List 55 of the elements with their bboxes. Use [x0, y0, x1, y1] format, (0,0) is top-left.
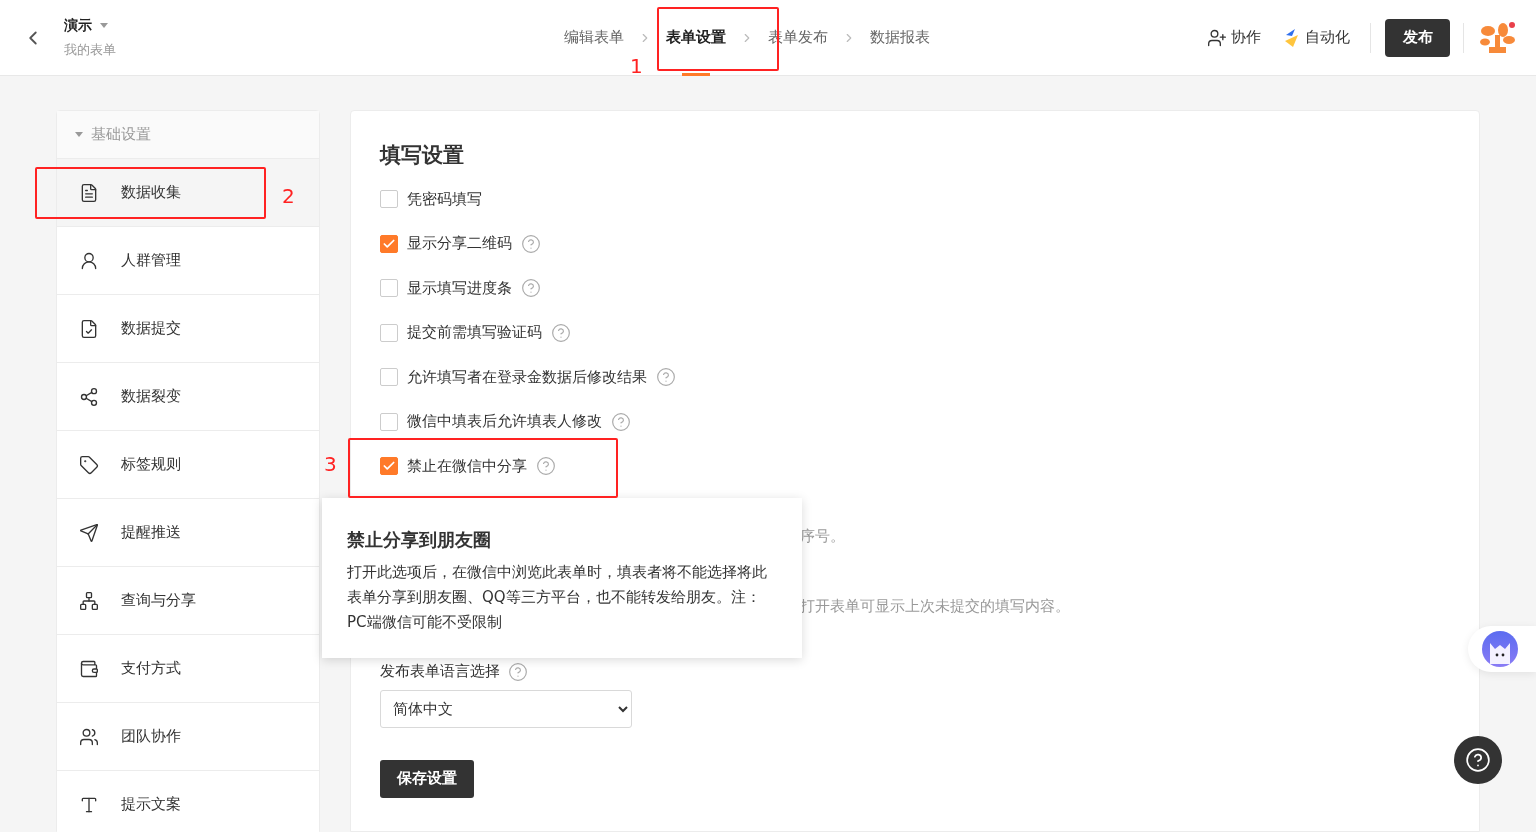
step-tab[interactable]: 表单设置 — [656, 0, 736, 76]
checkbox[interactable] — [380, 279, 398, 298]
tooltip-text: 打开此选项后，在微信中浏览此表单时，填表者将不能选择将此表单分享到朋友圈、QQ等三方平台，也不能转发给朋友。注：PC端微信可能不受限制 — [347, 562, 768, 633]
user-plus-icon — [1207, 27, 1227, 48]
document-check-icon — [79, 318, 99, 339]
option-label: 禁止在微信中分享 — [407, 456, 527, 476]
option-label: 显示填写进度条 — [407, 278, 512, 298]
checkbox[interactable] — [380, 234, 398, 253]
checkbox[interactable] — [380, 368, 398, 387]
wallet-icon — [79, 658, 99, 679]
save-button[interactable]: 保存设置 — [380, 759, 474, 798]
checkbox[interactable] — [380, 323, 398, 342]
share-icon — [79, 386, 99, 407]
help-icon[interactable] — [508, 661, 528, 682]
option-label: 显示分享二维码 — [407, 234, 512, 254]
help-icon — [1465, 747, 1491, 773]
hint-text: 序号。 — [800, 526, 845, 546]
help-icon[interactable] — [656, 367, 676, 388]
annotation-number: 3 — [324, 452, 337, 476]
form-subtitle: 我的表单 — [64, 40, 117, 59]
automation-button[interactable]: 自动化 — [1283, 27, 1350, 48]
tooltip-title: 禁止分享到朋友圈 — [347, 528, 492, 552]
help-icon[interactable] — [536, 456, 556, 477]
option-label: 微信中填表后允许填表人修改 — [407, 412, 602, 432]
step-tab[interactable]: 数据报表 — [860, 0, 940, 76]
option-label: 发布表单语言选择 — [380, 662, 500, 681]
document-icon — [79, 182, 99, 203]
cat-avatar-icon — [1482, 631, 1518, 667]
checkbox[interactable] — [380, 457, 398, 476]
help-button[interactable] — [1454, 736, 1502, 784]
people-icon — [79, 726, 99, 747]
collaborate-button[interactable]: 协作 — [1207, 27, 1261, 48]
tree-logo-icon[interactable] — [1478, 20, 1518, 55]
tag-icon — [79, 454, 99, 475]
nodes-icon — [79, 590, 99, 611]
option-label: 提交前需填写验证码 — [407, 323, 542, 343]
checkbox[interactable] — [380, 190, 398, 209]
language-select[interactable]: 简体中文 — [380, 689, 632, 728]
form-title[interactable]: 演示 — [64, 16, 92, 35]
annotation-number: 2 — [282, 184, 295, 208]
help-icon[interactable] — [521, 233, 541, 254]
assistant-bubble[interactable] — [1468, 626, 1536, 672]
person-icon — [79, 250, 99, 271]
bolt-logo-icon — [1283, 27, 1301, 48]
send-icon — [79, 522, 99, 543]
help-icon[interactable] — [551, 322, 571, 343]
option-label: 允许填写者在登录金数据后修改结果 — [407, 367, 647, 387]
section-title: 填写设置 — [380, 142, 465, 169]
publish-button[interactable]: 发布 — [1385, 18, 1450, 57]
caret-icon[interactable] — [100, 23, 108, 28]
help-icon[interactable] — [611, 411, 631, 432]
help-icon[interactable] — [521, 278, 541, 299]
checkbox[interactable] — [380, 412, 398, 431]
annotation-number: 1 — [630, 54, 643, 78]
option-label: 凭密码填写 — [407, 189, 482, 209]
